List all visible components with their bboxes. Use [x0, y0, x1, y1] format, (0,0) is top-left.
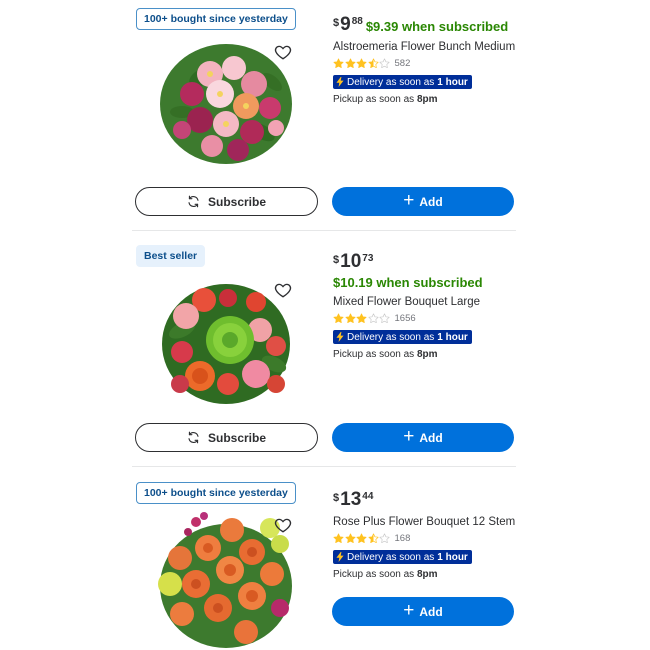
- flower-bouquet-illustration: [158, 512, 292, 648]
- star-icon: [344, 58, 356, 69]
- star-icon: [356, 58, 367, 69]
- delivery-time: 1 hour: [437, 551, 468, 563]
- plus-icon: +: [403, 425, 415, 447]
- price-dollars: 10: [340, 251, 362, 272]
- rating: 582: [333, 58, 523, 69]
- popularity-badge: 100+ bought since yesterday: [136, 482, 296, 504]
- star-icon: [379, 533, 390, 544]
- add-label: Add: [419, 430, 443, 445]
- product-info: $ 10 73 $10.19 when subscribed Mixed Flo…: [333, 252, 523, 360]
- card-divider: [132, 466, 516, 467]
- product-name[interactable]: Alstroemeria Flower Bunch Medium: [333, 41, 523, 53]
- rating: 1656: [333, 313, 523, 324]
- price-currency: $: [333, 17, 340, 29]
- subscription-price: $9.39 when subscribed: [365, 19, 509, 34]
- star-icon: [379, 58, 390, 69]
- price-cents: 73: [362, 253, 374, 264]
- add-to-cart-button[interactable]: + Add: [332, 187, 514, 216]
- star-icon: [333, 533, 344, 544]
- star-icon: [344, 533, 356, 544]
- review-count: 582: [394, 58, 411, 69]
- star-rating: [333, 313, 391, 324]
- product-card: Best seller $ 10 73 $10.19 when subscrib…: [0, 232, 650, 468]
- product-card: 100+ bought since yesterday: [0, 0, 650, 232]
- product-name[interactable]: Mixed Flower Bouquet Large: [333, 296, 523, 308]
- price-cents: 44: [362, 491, 374, 502]
- star-rating: [333, 58, 391, 69]
- add-label: Add: [419, 194, 443, 209]
- delivery-label: Delivery as soon as: [347, 331, 435, 343]
- delivery-badge: Delivery as soon as 1 hour: [333, 330, 472, 344]
- product-name[interactable]: Rose Plus Flower Bouquet 12 Stem: [333, 516, 523, 528]
- star-icon: [333, 58, 344, 69]
- lightning-bolt-icon: [336, 552, 344, 562]
- delivery-label: Delivery as soon as: [347, 76, 435, 88]
- rating: 168: [333, 533, 523, 544]
- delivery-badge: Delivery as soon as 1 hour: [333, 75, 472, 89]
- star-icon: [333, 313, 344, 324]
- lightning-bolt-icon: [336, 332, 344, 342]
- star-icon: [356, 313, 367, 324]
- pickup-time: 8pm: [416, 94, 438, 105]
- product-info: $ 9 88 $9.39 when subscribed Alstroemeri…: [333, 15, 523, 105]
- price-currency: $: [333, 492, 340, 504]
- star-rating: [333, 533, 391, 544]
- flower-bouquet-illustration: [160, 44, 292, 164]
- star-icon: [367, 313, 379, 324]
- pickup-info: Pickup as soon as 8pm: [333, 569, 523, 580]
- subscribe-button[interactable]: Subscribe: [135, 187, 318, 216]
- delivery-time: 1 hour: [437, 331, 468, 343]
- heart-outline-icon[interactable]: [274, 516, 292, 534]
- heart-outline-icon[interactable]: [274, 43, 292, 61]
- add-to-cart-button[interactable]: + Add: [332, 423, 514, 452]
- review-count: 1656: [394, 313, 416, 324]
- delivery-badge: Delivery as soon as 1 hour: [333, 550, 472, 564]
- product-card: 100+ bought since yesterday: [0, 468, 650, 650]
- price-currency: $: [333, 254, 340, 266]
- price: $ 10 73: [333, 252, 523, 272]
- star-icon: [367, 58, 379, 69]
- pickup-time: 8pm: [416, 569, 438, 580]
- add-to-cart-button[interactable]: + Add: [332, 597, 514, 626]
- price-dollars: 13: [340, 489, 362, 510]
- best-seller-badge: Best seller: [136, 245, 206, 267]
- add-label: Add: [419, 604, 443, 619]
- product-info: $ 13 44 Rose Plus Flower Bouquet 12 Stem…: [333, 490, 523, 580]
- pickup-label: Pickup as soon as: [333, 94, 415, 105]
- plus-icon: +: [403, 189, 415, 211]
- sync-icon: [188, 195, 199, 208]
- star-icon: [367, 533, 379, 544]
- review-count: 168: [394, 533, 411, 544]
- lightning-bolt-icon: [336, 77, 344, 87]
- pickup-info: Pickup as soon as 8pm: [333, 349, 523, 360]
- flower-bouquet-illustration: [162, 284, 290, 404]
- plus-icon: +: [403, 599, 415, 621]
- card-divider: [132, 230, 516, 231]
- price: $ 9 88 $9.39 when subscribed: [333, 15, 523, 35]
- sync-icon: [188, 431, 199, 444]
- heart-outline-icon[interactable]: [274, 281, 292, 299]
- star-icon: [356, 533, 367, 544]
- price: $ 13 44: [333, 490, 523, 510]
- pickup-label: Pickup as soon as: [333, 349, 415, 360]
- price-cents: 88: [351, 16, 363, 27]
- pickup-label: Pickup as soon as: [333, 569, 415, 580]
- star-icon: [344, 313, 356, 324]
- pickup-info: Pickup as soon as 8pm: [333, 94, 523, 105]
- subscription-price: $10.19 when subscribed: [333, 275, 483, 290]
- subscribe-label: Subscribe: [207, 194, 267, 209]
- pickup-time: 8pm: [416, 349, 438, 360]
- subscribe-label: Subscribe: [207, 430, 267, 445]
- delivery-time: 1 hour: [437, 76, 468, 88]
- delivery-label: Delivery as soon as: [347, 551, 435, 563]
- star-icon: [379, 313, 390, 324]
- price-dollars: 9: [340, 14, 351, 35]
- popularity-badge: 100+ bought since yesterday: [136, 8, 296, 30]
- subscribe-button[interactable]: Subscribe: [135, 423, 318, 452]
